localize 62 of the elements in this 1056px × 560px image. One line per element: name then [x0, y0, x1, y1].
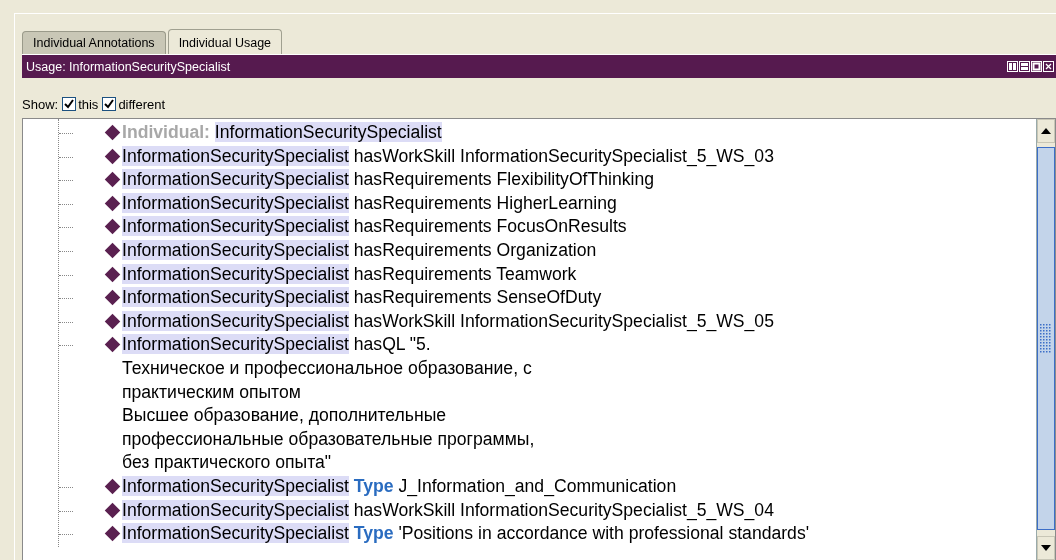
individual-name: InformationSecuritySpecialist [122, 239, 349, 260]
object-value: InformationSecuritySpecialist_5_WS_04 [460, 499, 774, 520]
checkbox[interactable] [102, 97, 117, 111]
individual-name: InformationSecuritySpecialist [122, 145, 349, 166]
show-label: Show: [22, 96, 59, 112]
object-value: Organization [496, 239, 597, 260]
object-value: SenseOfDuty [496, 287, 602, 308]
property-name: hasQL [353, 334, 405, 355]
object-value: 'Positions in accordance with professional standards' [398, 523, 810, 544]
object-value: профессиональные образовательные программы, [122, 428, 535, 449]
split-vertical-icon[interactable] [1007, 61, 1018, 72]
down-arrow-icon [1041, 545, 1051, 551]
individual-name: InformationSecuritySpecialist [122, 192, 349, 213]
grip-icon [1040, 323, 1052, 354]
maximize-icon[interactable] [1031, 61, 1042, 72]
entity-label: Individual: [122, 122, 210, 142]
individual-name: InformationSecuritySpecialist [122, 334, 349, 355]
type-keyword: Type [353, 475, 394, 496]
property-name: hasRequirements [353, 263, 492, 284]
checkbox[interactable] [62, 97, 77, 111]
individual-name: InformationSecuritySpecialist [122, 499, 349, 520]
checkbox-label: this [78, 96, 99, 112]
object-value: "5. [409, 334, 431, 355]
object-value: FlexibilityOfThinking [496, 169, 654, 190]
property-name: hasRequirements [353, 287, 492, 308]
close-icon[interactable] [1043, 61, 1054, 72]
object-value: Teamwork [496, 263, 577, 284]
object-value: Высшее образование, дополнительные [122, 405, 447, 426]
object-value: InformationSecuritySpecialist_5_WS_03 [460, 145, 774, 166]
scrollbar[interactable] [1036, 119, 1055, 560]
individual-name: InformationSecuritySpecialist [214, 122, 442, 142]
individual-name: InformationSecuritySpecialist [122, 169, 349, 190]
tab[interactable]: Individual Usage [167, 29, 283, 54]
property-name: hasRequirements [353, 169, 492, 190]
individual-name: InformationSecuritySpecialist [122, 287, 349, 308]
scroll-up-button[interactable] [1037, 119, 1055, 143]
tab[interactable]: Individual Annotations [22, 31, 166, 54]
panel-title: Usage: InformationSecuritySpecialist [26, 59, 231, 74]
individual-name: InformationSecuritySpecialist [122, 475, 349, 496]
checkbox-label: different [118, 96, 166, 112]
object-value: InformationSecuritySpecialist_5_WS_05 [460, 310, 774, 331]
individual-name: InformationSecuritySpecialist [122, 263, 349, 284]
individual-name: InformationSecuritySpecialist [122, 310, 349, 331]
object-value: FocusOnResults [496, 216, 627, 237]
type-keyword: Type [353, 523, 394, 544]
scroll-down-button[interactable] [1037, 536, 1055, 560]
scroll-thumb[interactable] [1037, 147, 1055, 530]
object-value: без практического опыта" [122, 452, 332, 473]
object-value: J_Information_and_Communication [398, 475, 677, 496]
property-name: hasWorkSkill [353, 499, 456, 520]
split-horizontal-icon[interactable] [1019, 61, 1030, 72]
property-name: hasRequirements [353, 192, 492, 213]
property-name: hasWorkSkill [353, 145, 456, 166]
property-name: hasRequirements [353, 216, 492, 237]
property-name: hasWorkSkill [353, 310, 456, 331]
individual-name: InformationSecuritySpecialist [122, 523, 349, 544]
up-arrow-icon [1041, 128, 1051, 134]
object-value: практическим опытом [122, 381, 301, 402]
object-value: HigherLearning [496, 192, 617, 213]
property-name: hasRequirements [353, 239, 492, 260]
individual-name: InformationSecuritySpecialist [122, 216, 349, 237]
object-value: Техническое и профессиональное образование, с [122, 357, 532, 378]
